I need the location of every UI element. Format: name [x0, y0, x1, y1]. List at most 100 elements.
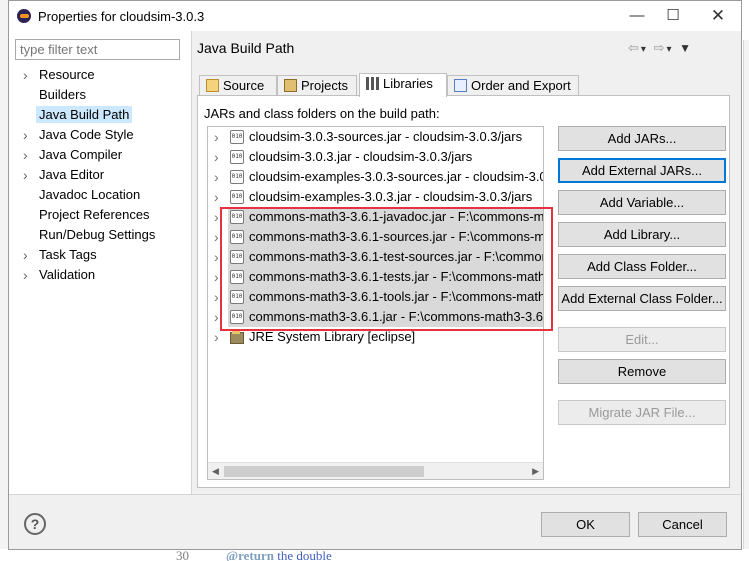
remove-button[interactable]: Remove: [558, 359, 726, 384]
expand-chevron-icon[interactable]: ›: [23, 145, 28, 165]
jre-library-entry[interactable]: › JRE System Library [eclipse]: [208, 327, 543, 347]
property-tree-panel: › Resource Builders Java Build Path › Java Co…: [9, 31, 192, 494]
jar-file-icon: 010: [230, 250, 244, 264]
add-external-class-folder-button[interactable]: Add External Class Folder...: [558, 286, 726, 311]
tree-item-label: Validation: [39, 267, 96, 282]
expand-chevron-icon[interactable]: ›: [23, 125, 28, 145]
tree-item-label: Builders: [39, 87, 86, 102]
jar-entry[interactable]: › 010 cloudsim-3.0.3.jar - cloudsim-3.0.3/…: [208, 147, 543, 167]
edit-button[interactable]: Edit...: [558, 327, 726, 352]
add-external-jars-button[interactable]: Add External JARs...: [558, 158, 726, 183]
expand-chevron-icon[interactable]: ›: [214, 287, 219, 307]
tab-libraries[interactable]: Libraries: [359, 73, 447, 97]
scroll-right-icon[interactable]: ▶: [532, 463, 539, 479]
close-button[interactable]: ✕: [706, 5, 730, 27]
tree-item-label: Javadoc Location: [39, 187, 141, 202]
forward-dropdown-icon[interactable]: ▾: [666, 44, 673, 55]
minimize-button[interactable]: —: [625, 5, 649, 27]
tab-libraries-label: Libraries: [383, 76, 433, 91]
horizontal-scrollbar[interactable]: ◀ ▶: [208, 462, 543, 479]
add-jars-button[interactable]: Add JARs...: [558, 126, 726, 151]
tree-item[interactable]: Run/Debug Settings: [9, 225, 191, 245]
jar-entry-label: commons-math3-3.6.1-javadoc.jar - F:\com…: [247, 207, 543, 227]
jar-file-icon: 010: [230, 130, 244, 144]
filter-input[interactable]: [15, 39, 180, 60]
tab-source[interactable]: Source: [199, 75, 277, 96]
expand-chevron-icon[interactable]: ›: [214, 127, 219, 147]
jar-entry[interactable]: › 010 cloudsim-3.0.3-sources.jar - cloudsi…: [208, 127, 543, 147]
expand-chevron-icon[interactable]: ›: [214, 307, 219, 327]
expand-chevron-icon[interactable]: ›: [214, 207, 219, 227]
tree-item[interactable]: › Java Compiler: [9, 145, 191, 165]
expand-chevron-icon[interactable]: ›: [23, 245, 28, 265]
help-icon[interactable]: ?: [24, 513, 46, 535]
jar-file-icon: 010: [230, 310, 244, 324]
back-arrow-icon[interactable]: ⇦: [628, 40, 641, 55]
jar-entry[interactable]: › 010 commons-math3-3.6.1-sources.jar - F:…: [208, 227, 543, 247]
forward-arrow-icon[interactable]: ⇨: [654, 40, 667, 55]
add-library-button[interactable]: Add Library...: [558, 222, 726, 247]
jar-entry[interactable]: › 010 commons-math3-3.6.1.jar - F:\commons…: [208, 307, 543, 327]
expand-chevron-icon[interactable]: ›: [23, 65, 28, 85]
view-menu-icon[interactable]: ▼: [679, 41, 693, 55]
add-class-folder-button[interactable]: Add Class Folder...: [558, 254, 726, 279]
tree-item[interactable]: › Resource: [9, 65, 191, 85]
jar-file-icon: 010: [230, 290, 244, 304]
jar-entry-label: cloudsim-examples-3.0.3.jar - cloudsim-3…: [249, 189, 533, 204]
expand-chevron-icon[interactable]: ›: [214, 187, 219, 207]
order-export-icon: [454, 79, 467, 92]
background-editor-right-edge: [743, 40, 749, 550]
title-bar[interactable]: Properties for cloudsim-3.0.3 — ☐ ✕: [9, 1, 741, 31]
tree-item[interactable]: Project References: [9, 205, 191, 225]
expand-chevron-icon[interactable]: ›: [214, 147, 219, 167]
tree-item-label: Run/Debug Settings: [39, 227, 156, 242]
tree-item[interactable]: Javadoc Location: [9, 185, 191, 205]
migrate-jar-button[interactable]: Migrate JAR File...: [558, 400, 726, 425]
window-title: Properties for cloudsim-3.0.3: [38, 9, 205, 24]
jar-entry[interactable]: › 010 cloudsim-examples-3.0.3.jar - clouds…: [208, 187, 543, 207]
scrollbar-thumb[interactable]: [224, 466, 424, 477]
tree-item-label: Resource: [39, 67, 95, 82]
tab-projects[interactable]: Projects: [277, 75, 357, 96]
tab-projects-label: Projects: [301, 78, 348, 93]
libraries-icon: [366, 77, 379, 90]
tree-item-label: Java Compiler: [39, 147, 123, 162]
tab-order-export[interactable]: Order and Export: [447, 75, 579, 96]
tree-item-label: Java Code Style: [39, 127, 134, 142]
tree-item[interactable]: › Validation: [9, 265, 191, 285]
expand-chevron-icon[interactable]: ›: [214, 227, 219, 247]
tree-item-label: Task Tags: [39, 247, 97, 262]
tree-item[interactable]: › Task Tags: [9, 245, 191, 265]
tree-item[interactable]: › Java Code Style: [9, 125, 191, 145]
expand-chevron-icon[interactable]: ›: [214, 247, 219, 267]
tree-item-label: Java Build Path: [36, 106, 133, 123]
project-icon: [284, 79, 297, 92]
jar-entry[interactable]: › 010 commons-math3-3.6.1-tests.jar - F:\c…: [208, 267, 543, 287]
scroll-left-icon[interactable]: ◀: [212, 463, 219, 479]
jar-file-icon: 010: [230, 150, 244, 164]
expand-chevron-icon[interactable]: ›: [23, 265, 28, 285]
jar-file-icon: 010: [230, 170, 244, 184]
expand-chevron-icon[interactable]: ›: [214, 267, 219, 287]
tree-item[interactable]: Java Build Path: [9, 105, 191, 125]
jar-entry[interactable]: › 010 cloudsim-examples-3.0.3-sources.jar …: [208, 167, 543, 187]
maximize-button[interactable]: ☐: [661, 5, 685, 27]
jar-entry-label: commons-math3-3.6.1-sources.jar - F:\com…: [247, 227, 543, 247]
back-dropdown-icon[interactable]: ▾: [641, 44, 648, 55]
tree-item[interactable]: Builders: [9, 85, 191, 105]
library-icon: [230, 330, 244, 344]
add-variable-button[interactable]: Add Variable...: [558, 190, 726, 215]
jar-entry[interactable]: › 010 commons-math3-3.6.1-test-sources.jar…: [208, 247, 543, 267]
jar-file-icon: 010: [230, 270, 244, 284]
ok-button[interactable]: OK: [541, 512, 630, 537]
cancel-button[interactable]: Cancel: [638, 512, 727, 537]
jar-entry[interactable]: › 010 commons-math3-3.6.1-javadoc.jar - F:…: [208, 207, 543, 227]
expand-chevron-icon[interactable]: ›: [214, 327, 219, 347]
expand-chevron-icon[interactable]: ›: [23, 165, 28, 185]
jar-entry[interactable]: › 010 commons-math3-3.6.1-tools.jar - F:\c…: [208, 287, 543, 307]
tree-item-label: Java Editor: [39, 167, 105, 182]
tree-item[interactable]: › Java Editor: [9, 165, 191, 185]
expand-chevron-icon[interactable]: ›: [214, 167, 219, 187]
source-folder-icon: [206, 79, 219, 92]
jar-list[interactable]: › 010 cloudsim-3.0.3-sources.jar - cloudsi…: [207, 126, 544, 480]
